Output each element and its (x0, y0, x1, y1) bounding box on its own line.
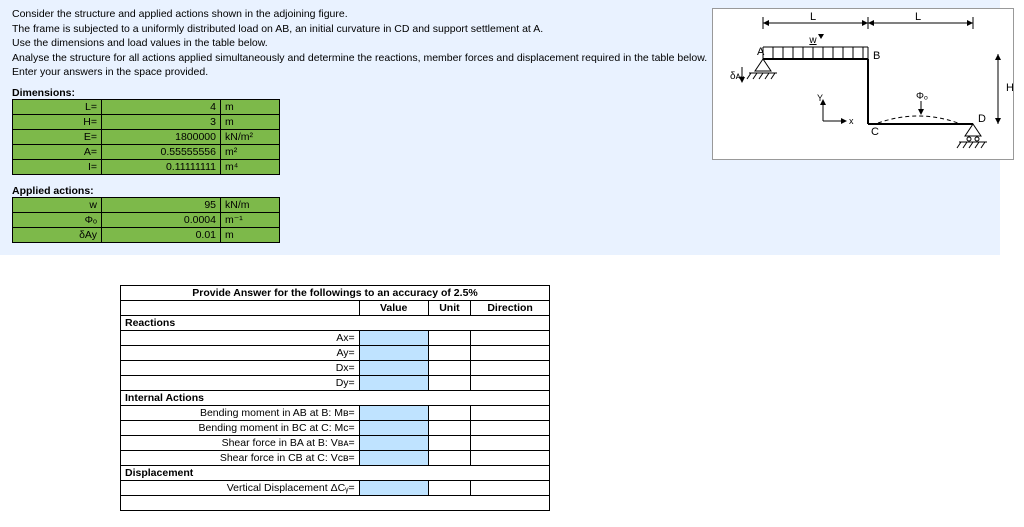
svg-text:L: L (915, 11, 921, 23)
input-vba[interactable] (359, 435, 428, 450)
dimensions-heading: Dimensions: (12, 87, 75, 99)
diagram-svg: L L H w A δᴀᵧ B (713, 9, 1013, 159)
page: Consider the structure and applied actio… (0, 0, 1024, 527)
svg-text:C: C (871, 126, 879, 138)
input-mc[interactable] (359, 420, 428, 435)
input-dcy[interactable] (359, 480, 428, 495)
structure-diagram: L L H w A δᴀᵧ B (712, 8, 1014, 160)
answers-title: Provide Answer for the followings to an … (121, 285, 550, 300)
svg-text:Y: Y (817, 93, 823, 103)
svg-text:D: D (978, 113, 986, 125)
input-mb[interactable] (359, 405, 428, 420)
svg-text:B: B (873, 50, 880, 62)
dimensions-table: L=4m H=3m E=1800000kN/m² A=0.55555556m² … (12, 99, 280, 175)
input-ay[interactable] (359, 345, 428, 360)
input-dx[interactable] (359, 360, 428, 375)
input-ax[interactable] (359, 330, 428, 345)
applied-actions-heading: Applied actions: (12, 185, 94, 197)
svg-text:w: w (808, 35, 817, 46)
svg-text:H: H (1006, 82, 1013, 94)
svg-text:x: x (849, 116, 854, 126)
input-dy[interactable] (359, 375, 428, 390)
svg-text:A: A (757, 46, 765, 58)
answers-table: Provide Answer for the followings to an … (120, 285, 550, 511)
answers-block: Provide Answer for the followings to an … (120, 285, 550, 511)
svg-text:L: L (810, 11, 816, 23)
applied-actions-table: w95kN/m Φₒ0.0004m⁻¹ δAy0.01m (12, 197, 280, 243)
input-vcb[interactable] (359, 450, 428, 465)
svg-text:Φₒ: Φₒ (916, 91, 928, 102)
